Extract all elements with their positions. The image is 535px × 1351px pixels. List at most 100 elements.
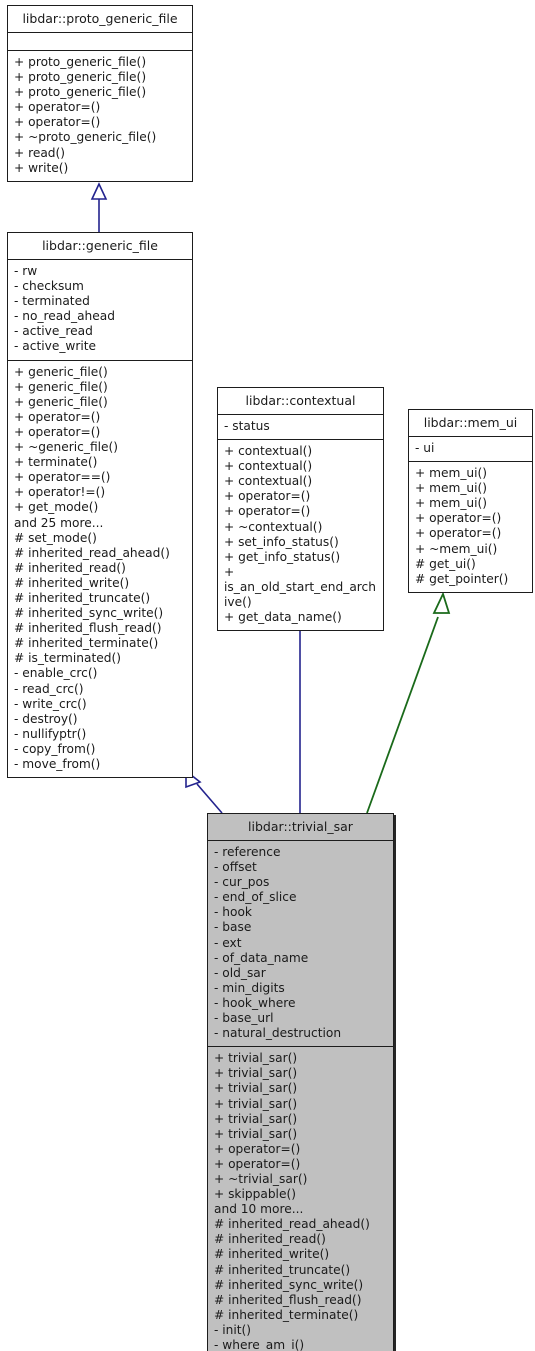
class-member-row: + contextual() bbox=[224, 459, 313, 474]
class-member-row: + skippable() bbox=[214, 1187, 296, 1202]
hollow-triangle-arrowhead-icon bbox=[90, 182, 108, 200]
class-member-row: + contextual() bbox=[224, 474, 313, 489]
attributes-compartment-mem-ui: - ui bbox=[409, 437, 532, 463]
class-member-row: + generic_file() bbox=[14, 379, 108, 394]
class-member-row: # inherited_terminate() bbox=[14, 636, 159, 651]
class-member-row: + generic_file() bbox=[14, 364, 108, 379]
class-member-row: + ~generic_file() bbox=[14, 440, 119, 455]
class-member-row: + mem_ui() bbox=[415, 466, 488, 481]
edge-generic_file-to-proto_generic_file bbox=[90, 182, 108, 232]
class-title-contextual: libdar::contextual bbox=[218, 388, 383, 415]
operations-compartment-contextual: + contextual() + contextual() + contextual… bbox=[218, 440, 383, 630]
class-member-row: + trivial_sar() bbox=[214, 1111, 298, 1126]
class-member-row: - ext bbox=[214, 935, 242, 950]
class-member-row: + get_info_status() bbox=[224, 549, 341, 564]
class-title-trivial-sar: libdar::trivial_sar bbox=[208, 814, 393, 841]
class-member-row: and 10 more... bbox=[214, 1202, 304, 1217]
class-member-row: + get_data_name() bbox=[224, 610, 342, 625]
class-member-row: + trivial_sar() bbox=[214, 1126, 298, 1141]
class-member-row: + operator=() bbox=[214, 1141, 301, 1156]
class-member-row: # inherited_flush_read() bbox=[214, 1292, 362, 1307]
class-member-row: + mem_ui() bbox=[415, 496, 488, 511]
class-member-row: - end_of_slice bbox=[214, 890, 297, 905]
class-box-trivial-sar[interactable]: libdar::trivial_sar - reference - offset -… bbox=[207, 813, 394, 1351]
class-member-row: # inherited_read() bbox=[214, 1232, 326, 1247]
class-box-contextual[interactable]: libdar::contextual - status + contextual… bbox=[217, 387, 384, 632]
class-member-row: and 25 more... bbox=[14, 515, 104, 530]
class-member-row: - no_read_ahead bbox=[14, 309, 115, 324]
class-member-row: - hook bbox=[214, 905, 252, 920]
class-member-row: - init() bbox=[214, 1322, 252, 1337]
class-member-row: - cur_pos bbox=[214, 875, 270, 890]
attributes-compartment-contextual: - status bbox=[218, 415, 383, 441]
class-member-row: + write() bbox=[14, 160, 69, 175]
class-member-row: - enable_crc() bbox=[14, 666, 98, 681]
class-box-proto-generic-file[interactable]: libdar::proto_generic_file + proto_gener… bbox=[7, 5, 193, 182]
class-member-row: + operator=() bbox=[14, 409, 101, 424]
class-member-row: - move_from() bbox=[14, 757, 101, 771]
class-member-row: # inherited_sync_write() bbox=[14, 606, 164, 621]
class-member-row: - destroy() bbox=[14, 711, 78, 726]
class-member-row: + set_info_status() bbox=[224, 534, 339, 549]
class-member-row: - reference bbox=[214, 845, 281, 859]
class-member-row: - checksum bbox=[14, 279, 84, 294]
class-member-row: # inherited_truncate() bbox=[214, 1262, 351, 1277]
class-member-row: # inherited_write() bbox=[214, 1247, 330, 1262]
class-member-row: - write_crc() bbox=[14, 696, 87, 711]
edge-line bbox=[196, 783, 223, 814]
edge-trivial_sar-to-contextual bbox=[291, 603, 309, 813]
class-member-row: + proto_generic_file() bbox=[14, 55, 147, 69]
uml-class-diagram: libdar::proto_generic_file + proto_gener… bbox=[0, 0, 535, 1351]
class-member-row: # inherited_write() bbox=[14, 575, 130, 590]
class-member-row: - copy_from() bbox=[14, 741, 96, 756]
class-member-row: # inherited_read_ahead() bbox=[14, 545, 170, 560]
class-member-row: + operator=() bbox=[415, 526, 502, 541]
class-member-row: + contextual() bbox=[224, 444, 313, 459]
class-member-row: + proto_generic_file() bbox=[14, 85, 147, 100]
class-member-row: + generic_file() bbox=[14, 394, 108, 409]
class-member-row: + operator!=() bbox=[14, 485, 106, 500]
class-member-row: - where_am_i() bbox=[214, 1338, 305, 1351]
class-title-mem-ui: libdar::mem_ui bbox=[409, 410, 532, 437]
class-member-row: + trivial_sar() bbox=[214, 1051, 298, 1066]
class-member-row: # is_terminated() bbox=[14, 651, 121, 666]
attributes-compartment-proto-generic-file bbox=[8, 33, 192, 51]
class-member-row: + operator=() bbox=[14, 100, 101, 115]
class-title-generic-file: libdar::generic_file bbox=[8, 233, 192, 260]
class-member-row: + operator==() bbox=[14, 470, 111, 485]
class-box-generic-file[interactable]: libdar::generic_file - rw - checksum - ter… bbox=[7, 232, 193, 779]
attributes-compartment-generic-file: - rw - checksum - terminated - no_read_ahea… bbox=[8, 260, 192, 361]
class-member-row: # inherited_sync_write() bbox=[214, 1277, 364, 1292]
class-title-proto-generic-file: libdar::proto_generic_file bbox=[8, 6, 192, 33]
class-box-mem-ui[interactable]: libdar::mem_ui - ui + mem_ui() + mem_ui()… bbox=[408, 409, 533, 593]
class-member-row: + trivial_sar() bbox=[214, 1081, 298, 1096]
class-member-row: # inherited_terminate() bbox=[214, 1307, 359, 1322]
class-member-row: # inherited_read() bbox=[14, 560, 126, 575]
class-member-row: + trivial_sar() bbox=[214, 1096, 298, 1111]
class-member-row: - ui bbox=[415, 441, 435, 455]
class-member-row: - of_data_name bbox=[214, 950, 309, 965]
edge-line bbox=[366, 616, 439, 814]
attributes-compartment-trivial-sar: - reference - offset - cur_pos - end_of_sli… bbox=[208, 841, 393, 1048]
class-member-row: + ~proto_generic_file() bbox=[14, 130, 157, 145]
class-member-row: - natural_destruction bbox=[214, 1026, 342, 1041]
class-member-row: + is_an_old_start_end_archive() bbox=[224, 564, 376, 610]
class-member-row: + proto_generic_file() bbox=[14, 70, 147, 85]
class-member-row: # set_mode() bbox=[14, 530, 97, 545]
class-member-row: + get_mode() bbox=[14, 500, 99, 515]
class-member-row: + mem_ui() bbox=[415, 481, 488, 496]
hollow-triangle-arrowhead-icon bbox=[432, 591, 451, 614]
class-member-row: - min_digits bbox=[214, 980, 285, 995]
class-member-row: + operator=() bbox=[14, 115, 101, 130]
class-member-row: # inherited_read_ahead() bbox=[214, 1217, 370, 1232]
class-member-row: - status bbox=[224, 419, 270, 433]
class-member-row: + ~contextual() bbox=[224, 519, 323, 534]
class-member-row: + ~trivial_sar() bbox=[214, 1171, 308, 1186]
class-member-row: - read_crc() bbox=[14, 681, 84, 696]
class-member-row: - base_url bbox=[214, 1011, 274, 1026]
class-member-row: - old_sar bbox=[214, 965, 266, 980]
class-member-row: - hook_where bbox=[214, 995, 296, 1010]
class-member-row: - active_write bbox=[14, 339, 97, 354]
class-member-row: + operator=() bbox=[224, 489, 311, 504]
class-member-row: + read() bbox=[14, 145, 66, 160]
